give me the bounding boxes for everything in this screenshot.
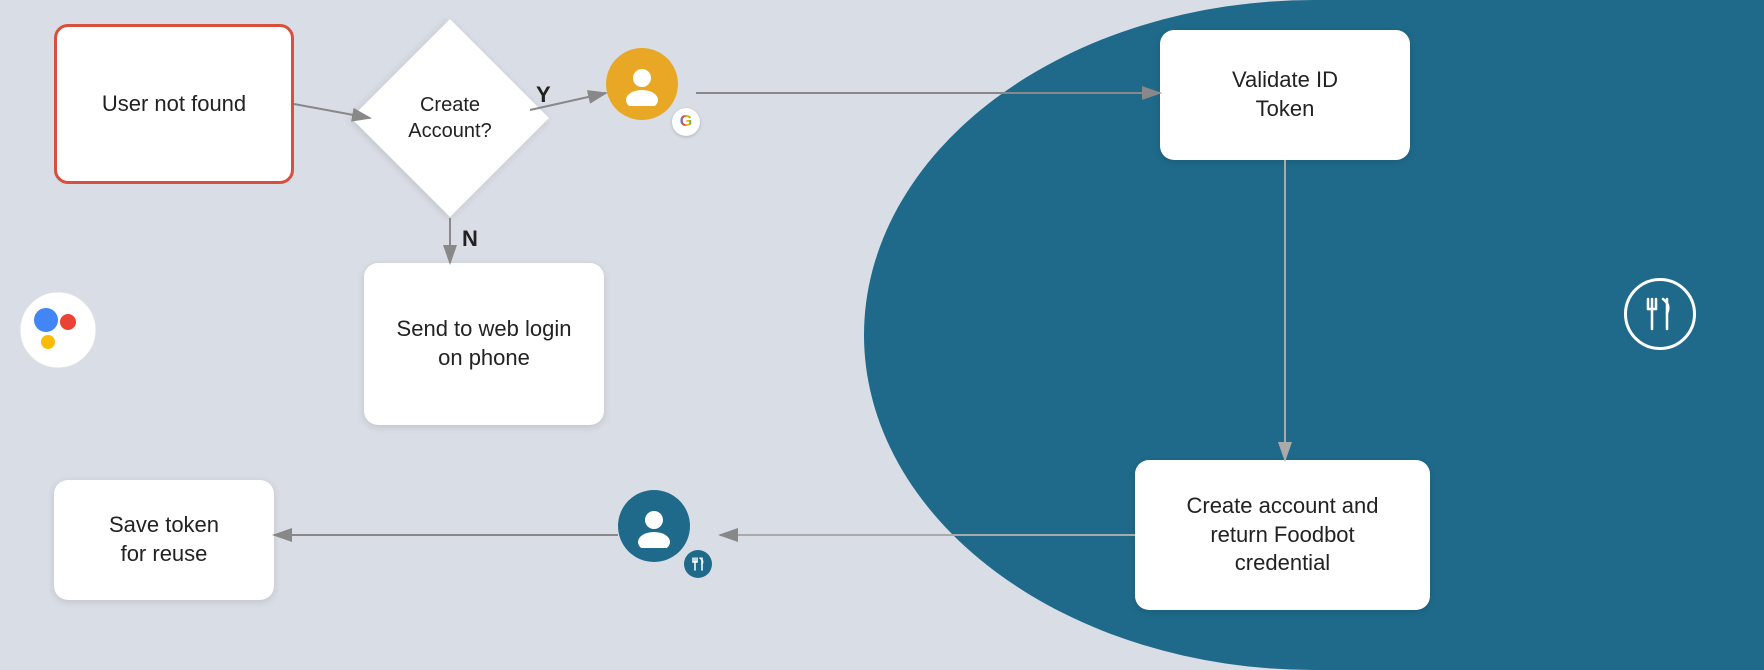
- save-token-label: Save tokenfor reuse: [109, 511, 219, 568]
- validate-id-label: Validate IDToken: [1232, 66, 1338, 123]
- yes-label: Y: [536, 82, 551, 108]
- no-label: N: [462, 226, 478, 252]
- user-not-found-box: User not found: [54, 24, 294, 184]
- google-user-icon: G: [606, 48, 696, 138]
- diamond-label: CreateAccount?: [400, 92, 500, 144]
- user-not-found-label: User not found: [102, 90, 246, 119]
- diagram-container: User not found CreateAccount? Y N Send t…: [0, 0, 1764, 670]
- fork-knife-circle: [1624, 278, 1696, 350]
- save-token-box: Save tokenfor reuse: [54, 480, 274, 600]
- foodbot-badge: [684, 550, 712, 578]
- google-badge: G: [672, 108, 700, 136]
- validate-id-box: Validate IDToken: [1160, 30, 1410, 160]
- create-account-box: Create account andreturn Foodbotcredenti…: [1135, 460, 1430, 610]
- web-login-box: Send to web loginon phone: [364, 263, 604, 425]
- fork-knife-icon: [1624, 278, 1704, 358]
- web-login-label: Send to web loginon phone: [397, 315, 572, 372]
- create-account-label: Create account andreturn Foodbotcredenti…: [1186, 492, 1378, 578]
- foodbot-avatar-circle: [618, 490, 690, 562]
- google-assistant-icon: [18, 290, 98, 370]
- diamond-container: CreateAccount?: [370, 18, 530, 218]
- foodbot-user-icon: [618, 490, 708, 580]
- user-avatar-circle: [606, 48, 678, 120]
